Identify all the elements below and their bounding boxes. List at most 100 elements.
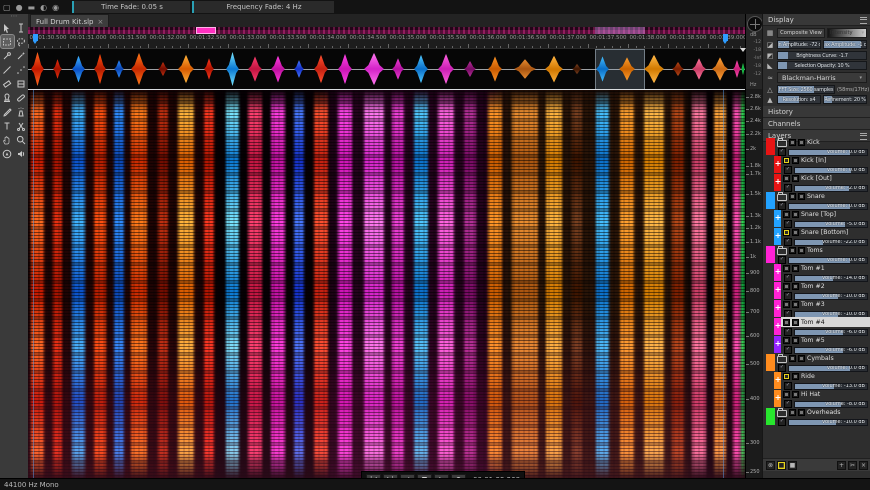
layer-solo-button[interactable] — [783, 391, 790, 398]
layer-row[interactable]: Overheads✓volume: -10.0 dB — [763, 408, 870, 426]
text-tool[interactable] — [1, 119, 14, 132]
playback-tool[interactable] — [15, 147, 28, 160]
layer-color-swatch[interactable] — [774, 264, 781, 281]
min-amplitude-slider[interactable]: Min Amplitude: -72 dB — [777, 40, 821, 49]
layer-volume-slider[interactable]: volume: -6.0 dB — [794, 347, 868, 354]
layer-row[interactable]: Tom #1✓volume: -14.0 dB — [763, 264, 870, 282]
rectangle-selection-tool[interactable] — [1, 35, 14, 48]
layer-volume-slider[interactable]: volume: -5.0 dB — [794, 221, 868, 228]
layer-volume-slider[interactable]: volume: -6.0 dB — [794, 329, 868, 336]
layer-edit-checkbox[interactable]: ✓ — [784, 400, 792, 408]
capsule-icon[interactable]: ▬ — [28, 3, 36, 12]
layer-name-row[interactable]: Hi Hat — [783, 390, 869, 399]
navigation-wheel[interactable] — [747, 16, 763, 32]
layer-mute-button[interactable] — [792, 283, 799, 290]
layer-name-row[interactable]: Ride — [783, 372, 869, 381]
layer-edit-checkbox[interactable]: ✓ — [784, 292, 792, 300]
layer-solo-button[interactable] — [783, 283, 790, 290]
layer-volume-slider[interactable]: volume: -2.0 dB — [794, 185, 868, 192]
layer-edit-checkbox[interactable]: ✓ — [784, 238, 792, 246]
layer-row[interactable]: Kick [Out]✓volume: -2.0 dB — [763, 174, 870, 192]
layer-edit-checkbox[interactable]: ✓ — [784, 346, 792, 354]
layer-edit-checkbox[interactable]: ✓ — [784, 382, 792, 390]
resolution-slider[interactable]: Resolution: x4 — [777, 95, 821, 104]
window-icon[interactable]: ▢ — [3, 3, 11, 12]
document-tab[interactable]: Full Drum Kit.slp × — [30, 14, 109, 28]
max-amplitude-slider[interactable]: Max Amplitude: -1 dB — [823, 40, 867, 49]
layer-solo-button[interactable] — [783, 211, 790, 218]
layer-name-row[interactable]: Kick [Out] — [783, 174, 869, 183]
time-selection-tool[interactable] — [15, 21, 28, 34]
layer-row[interactable]: Snare✓volume: 0.0 dB — [763, 192, 870, 210]
mute-mode-button[interactable]: ■ — [788, 461, 797, 470]
selection-opacity-slider[interactable]: Selection Opacity: 10 % — [777, 61, 867, 70]
layer-row[interactable]: Cymbals✓volume: 0.0 dB — [763, 354, 870, 372]
layer-color-swatch[interactable] — [774, 336, 781, 353]
layer-mute-button[interactable] — [792, 319, 799, 326]
contrast-icon[interactable]: ◐ — [40, 3, 47, 12]
eyedropper-tool[interactable] — [1, 49, 14, 62]
zoom-tool[interactable] — [15, 133, 28, 146]
layer-solo-button[interactable] — [789, 139, 796, 146]
layer-edit-checkbox[interactable]: ✓ — [784, 166, 792, 174]
layer-solo-button[interactable] — [789, 355, 796, 362]
layer-color-swatch[interactable] — [774, 390, 781, 407]
level-scale-handle[interactable] — [740, 48, 746, 52]
dot-icon[interactable]: ● — [16, 3, 23, 12]
layer-solo-button[interactable] — [789, 193, 796, 200]
refinement-slider[interactable]: Refinement: 20 % — [823, 95, 867, 104]
layer-mute-button[interactable] — [792, 265, 799, 272]
layer-edit-checkbox[interactable]: ✓ — [784, 184, 792, 192]
layer-row[interactable]: Kick✓volume: 0.0 dB — [763, 138, 870, 156]
layer-mute-button[interactable] — [792, 175, 799, 182]
layer-solo-button[interactable] — [783, 373, 790, 380]
layer-color-swatch[interactable] — [774, 300, 781, 317]
magic-wand-tool[interactable] — [15, 49, 28, 62]
frequency-fade-control[interactable]: Frequency Fade: 4 Hz — [192, 1, 334, 13]
history-panel-header[interactable]: History — [763, 106, 870, 118]
layer-edit-checkbox[interactable]: ✓ — [784, 220, 792, 228]
layer-volume-slider[interactable]: volume: -10.0 dB — [788, 419, 868, 426]
layer-name-row[interactable]: Overheads — [777, 408, 869, 417]
layer-row[interactable]: Kick [In]✓volume: 0.0 dB — [763, 156, 870, 174]
brush-tool[interactable] — [1, 105, 14, 118]
layer-volume-slider[interactable]: volume: -13.0 dB — [794, 383, 868, 390]
layer-name-row[interactable]: Tom #1 — [783, 264, 869, 273]
layer-color-swatch[interactable] — [766, 354, 775, 371]
waveform-strip[interactable] — [28, 48, 745, 90]
layer-name-row[interactable]: Snare — [777, 192, 869, 201]
layer-name-row[interactable]: Tom #3 — [783, 300, 869, 309]
spectrogram-canvas[interactable] — [28, 89, 745, 479]
layer-volume-slider[interactable]: volume: 0.0 dB — [788, 149, 868, 156]
playhead-flag[interactable] — [723, 34, 728, 41]
layer-mute-button[interactable] — [798, 139, 805, 146]
layer-solo-button[interactable] — [783, 229, 790, 236]
heal-tool[interactable] — [15, 91, 28, 104]
layer-row[interactable]: Snare [Bottom]✓volume: -22.0 dB — [763, 228, 870, 246]
layer-name-row[interactable]: Tom #2 — [783, 282, 869, 291]
layer-name-row[interactable]: Snare [Bottom] — [783, 228, 869, 237]
layer-color-swatch[interactable] — [766, 246, 775, 263]
layer-volume-slider[interactable]: volume: -14.0 dB — [794, 275, 868, 282]
layer-solo-button[interactable] — [783, 301, 790, 308]
layer-row[interactable]: Snare [Top]✓volume: -5.0 dB — [763, 210, 870, 228]
eye-icon[interactable]: ◉ — [52, 3, 59, 12]
cut-tool[interactable] — [15, 119, 28, 132]
layer-solo-button[interactable] — [783, 337, 790, 344]
spray-tool[interactable] — [15, 105, 28, 118]
time-ruler[interactable]: 00:01:30.00000:01:30.50000:01:31.00000:0… — [28, 34, 745, 49]
layer-color-swatch[interactable] — [766, 192, 775, 209]
layer-row[interactable]: Toms✓volume: 0.0 dB — [763, 246, 870, 264]
layer-mute-button[interactable] — [792, 391, 799, 398]
layer-row[interactable]: Hi Hat✓volume: -8.0 dB — [763, 390, 870, 408]
brightness-curve-slider[interactable]: Brightness Curve: -1.7 — [777, 51, 867, 60]
layer-row[interactable]: Ride✓volume: -13.0 dB — [763, 372, 870, 390]
split-layer-button[interactable]: ✂ — [848, 461, 857, 470]
layer-color-swatch[interactable] — [774, 174, 781, 191]
layer-volume-slider[interactable]: volume: -8.0 dB — [794, 401, 868, 408]
layer-row[interactable]: Tom #5✓volume: -6.0 dB — [763, 336, 870, 354]
window-function-dropdown[interactable]: Blackman-Harris ▾ — [777, 72, 867, 83]
layer-color-swatch[interactable] — [766, 408, 775, 425]
layer-mute-button[interactable] — [792, 373, 799, 380]
composite-view-button[interactable]: Composite View — [777, 28, 825, 38]
